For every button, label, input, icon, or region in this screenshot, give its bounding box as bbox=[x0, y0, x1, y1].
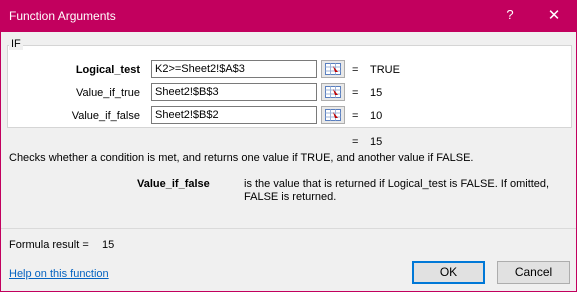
collapse-dialog-icon bbox=[325, 63, 341, 75]
value-if-true-input[interactable]: Sheet2!$B$3 bbox=[151, 83, 317, 101]
close-icon[interactable]: ✕ bbox=[545, 6, 563, 24]
cancel-button[interactable]: Cancel bbox=[497, 261, 570, 284]
function-name: IF bbox=[9, 38, 23, 50]
value-if-true-range-button[interactable] bbox=[321, 83, 345, 101]
logical-test-range-button[interactable] bbox=[321, 60, 345, 78]
argument-help-name: Value_if_false bbox=[137, 178, 210, 190]
value-if-false-input[interactable]: Sheet2!$B$2 bbox=[151, 106, 317, 124]
overall-result-value: 15 bbox=[370, 136, 383, 148]
argument-help-text: is the value that is returned if Logical… bbox=[244, 178, 550, 203]
function-description: Checks whether a condition is met, and r… bbox=[9, 152, 474, 164]
value-if-true-result: 15 bbox=[370, 87, 383, 99]
function-arguments-dialog: Function Arguments ? ✕ IF Logical_test K… bbox=[0, 0, 577, 292]
logical-test-input[interactable]: K2>=Sheet2!$A$3 bbox=[151, 60, 317, 78]
logical-test-result: TRUE bbox=[370, 64, 400, 76]
value-if-true-equals: = bbox=[352, 87, 359, 99]
collapse-dialog-icon bbox=[325, 86, 341, 98]
dialog-title: Function Arguments bbox=[9, 9, 116, 23]
logical-test-label: Logical_test bbox=[75, 64, 140, 76]
title-bar[interactable]: Function Arguments ? ✕ bbox=[1, 1, 576, 32]
formula-result-label: Formula result = bbox=[9, 239, 89, 251]
logical-test-equals: = bbox=[352, 64, 359, 76]
ok-button[interactable]: OK bbox=[412, 261, 485, 284]
collapse-dialog-icon bbox=[325, 109, 341, 121]
help-on-function-link[interactable]: Help on this function bbox=[9, 268, 109, 280]
value-if-false-range-button[interactable] bbox=[321, 106, 345, 124]
formula-result-value: 15 bbox=[102, 239, 115, 251]
value-if-true-label: Value_if_true bbox=[75, 87, 140, 99]
value-if-false-label: Value_if_false bbox=[71, 110, 140, 122]
overall-result-equals: = bbox=[352, 136, 359, 148]
value-if-false-result: 10 bbox=[370, 110, 383, 122]
divider bbox=[1, 228, 576, 229]
value-if-false-equals: = bbox=[352, 110, 359, 122]
help-icon[interactable]: ? bbox=[501, 7, 519, 22]
